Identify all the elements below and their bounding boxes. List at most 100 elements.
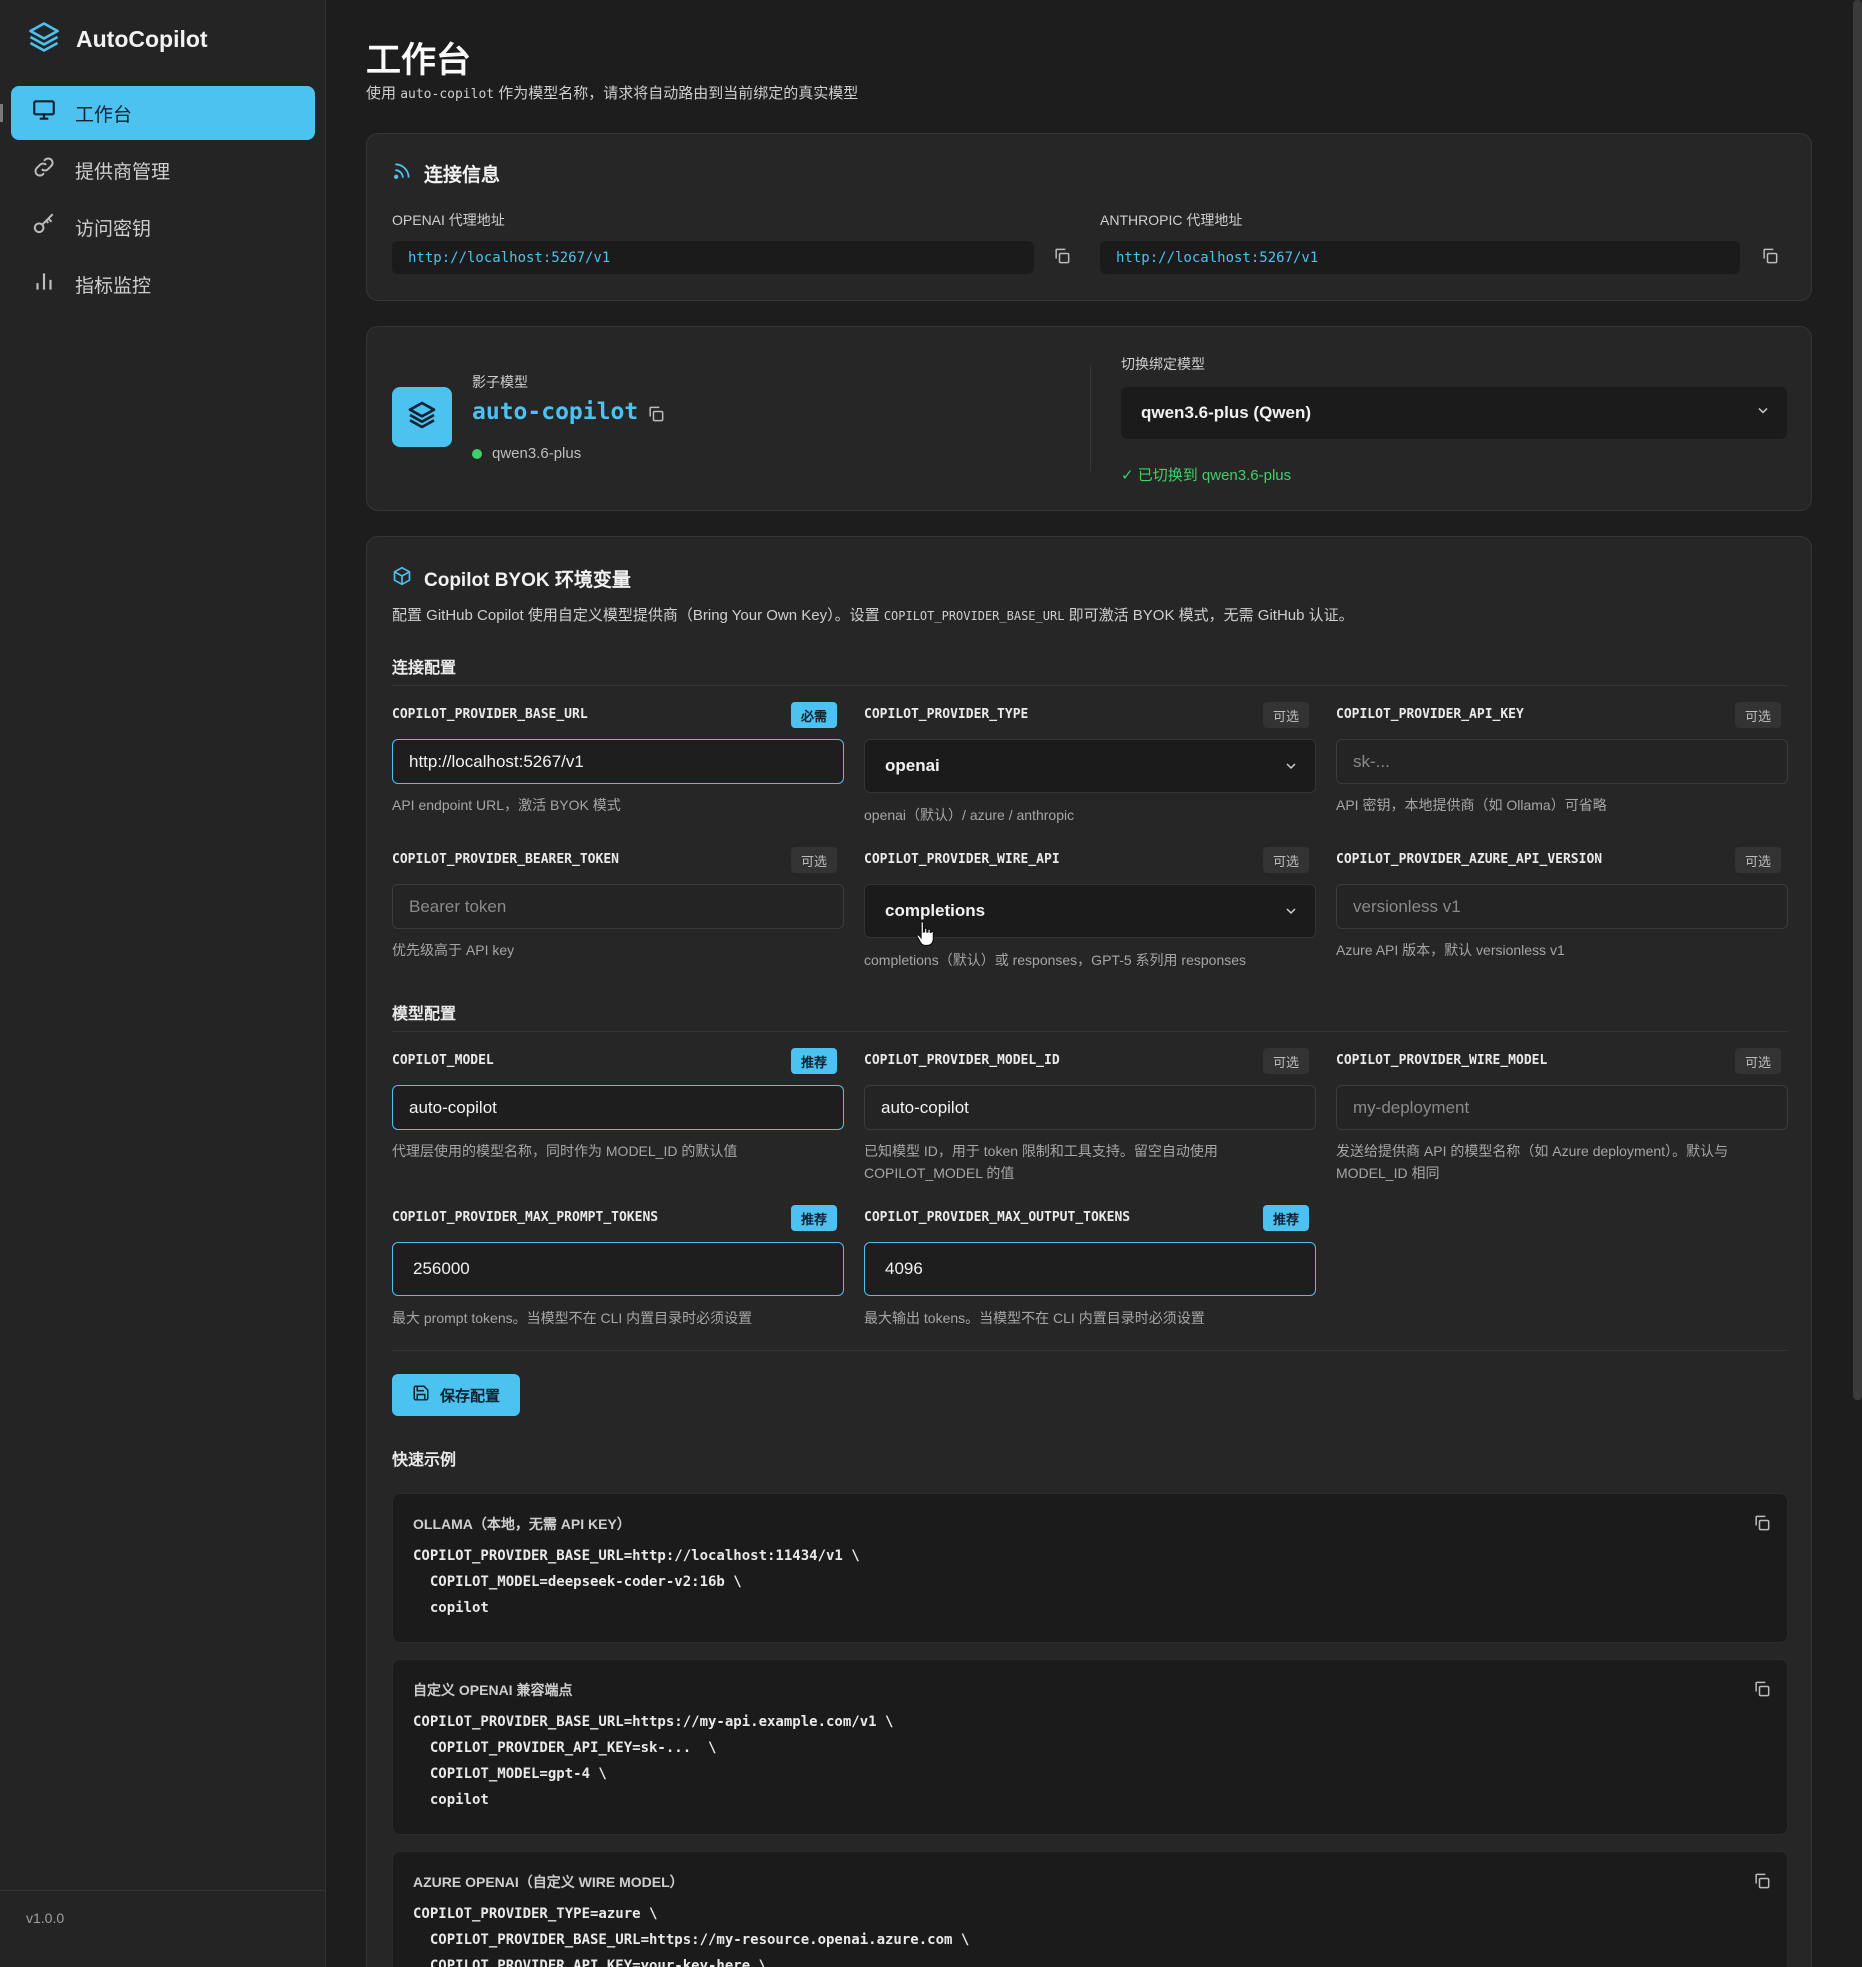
save-icon [412, 1384, 430, 1406]
hand-cursor-icon [915, 920, 937, 953]
save-label: 保存配置 [440, 1387, 501, 1405]
field-help: 已知模型 ID，用于 token 限制和工具支持。留空自动使用 [864, 1143, 1218, 1159]
field-help: 优先级高于 API key [392, 942, 515, 958]
anthropic-url-field[interactable]: http://localhost:5267/v1 [1100, 241, 1740, 274]
sidebar-item-providers[interactable]: 提供商管理 [11, 143, 315, 197]
copy-model-name-button[interactable] [643, 403, 669, 429]
select-value: openai [885, 756, 940, 775]
link-icon [31, 154, 57, 186]
shadow-model-name: auto-copilot [472, 399, 639, 425]
example-block: 自定义 OPENAI 兼容端点 COPILOT_PROVIDER_BASE_UR… [392, 1659, 1788, 1835]
field-help: 最大 prompt tokens。当模型不在 CLI 内置目录时必须设置 [392, 1310, 753, 1326]
save-config-button[interactable]: 保存配置 [392, 1374, 521, 1416]
example-title: OLLAMA（本地，无需 API KEY） [413, 1516, 631, 1532]
provider-type-select[interactable]: openai [864, 739, 1316, 793]
card-title: Copilot BYOK 环境变量 [392, 565, 631, 592]
code-line: COPILOT_PROVIDER_API_KEY=sk-... \ [413, 1740, 717, 1756]
switch-status-text: ✓ 已切换到 qwen3.6-plus [1121, 467, 1292, 484]
anthropic-url-label: ANTHROPIC 代理地址 [1100, 212, 1243, 228]
page-subtitle: 使用 auto-copilot 作为模型名称，请求将自动路由到当前绑定的真实模型 [366, 82, 858, 103]
model-select[interactable]: qwen3.6-plus (Qwen) [1121, 387, 1787, 439]
sidebar-item-label: 指标监控 [75, 275, 152, 297]
optional-badge: 可选 [1735, 847, 1782, 873]
version-label: v1.0.0 [26, 1910, 65, 1926]
sidebar-item-workbench[interactable]: 工作台 [11, 86, 315, 140]
field-label-model: COPILOT_MODEL [392, 1053, 494, 1068]
copy-icon [646, 404, 666, 429]
field-label-model-id: COPILOT_PROVIDER_MODEL_ID [864, 1053, 1060, 1068]
field-label-base-url: COPILOT_PROVIDER_BASE_URL [392, 707, 588, 722]
layers-logo-icon [26, 19, 62, 60]
active-indicator [0, 104, 3, 122]
code-line: copilot [413, 1600, 489, 1616]
required-badge: 必需 [791, 702, 838, 728]
api-key-input[interactable]: sk-... [1336, 739, 1788, 784]
bar-chart-icon [31, 268, 57, 300]
divider [392, 1031, 1788, 1032]
recommended-badge: 推荐 [1263, 1205, 1310, 1231]
sidebar: AutoCopilot 工作台 提供商管理 访问密钥 指标监控 v1.0.0 [0, 0, 326, 1967]
field-help: MODEL_ID 相同 [1336, 1165, 1440, 1181]
copy-openai-url-button[interactable] [1049, 245, 1075, 271]
bound-model-status: qwen3.6-plus [472, 445, 581, 462]
divider [0, 1890, 326, 1891]
field-label-azure-version: COPILOT_PROVIDER_AZURE_API_VERSION [1336, 852, 1603, 867]
field-label-wire-api: COPILOT_PROVIDER_WIRE_API [864, 852, 1060, 867]
desc-suffix: 即可激活 BYOK 模式，无需 GitHub 认证。 [1068, 607, 1354, 624]
code-line: copilot [413, 1792, 489, 1808]
model-id-input[interactable]: auto-copilot [864, 1085, 1316, 1130]
openai-url-field[interactable]: http://localhost:5267/v1 [392, 241, 1034, 274]
field-label-api-key: COPILOT_PROVIDER_API_KEY [1336, 707, 1524, 722]
recommended-badge: 推荐 [791, 1205, 838, 1231]
copy-example-button[interactable] [1749, 1512, 1775, 1538]
page-title: 工作台 [366, 41, 472, 80]
example-title: 自定义 OPENAI 兼容端点 [413, 1682, 573, 1698]
code-line: COPILOT_MODEL=gpt-4 \ [413, 1766, 607, 1782]
optional-badge: 可选 [1735, 1048, 1782, 1074]
desc-code: COPILOT_PROVIDER_BASE_URL [883, 609, 1065, 623]
sidebar-item-label: 提供商管理 [75, 161, 171, 183]
copy-anthropic-url-button[interactable] [1757, 245, 1783, 271]
field-label-bearer: COPILOT_PROVIDER_BEARER_TOKEN [392, 852, 619, 867]
layers-icon [406, 399, 438, 436]
copy-icon [1752, 1679, 1772, 1704]
switch-model-label: 切换绑定模型 [1121, 356, 1205, 372]
model-select-value: qwen3.6-plus (Qwen) [1141, 403, 1312, 422]
subtitle-suffix: 作为模型名称，请求将自动路由到当前绑定的真实模型 [498, 85, 859, 102]
section-model-config: 模型配置 [392, 1006, 457, 1023]
monitor-icon [31, 97, 57, 129]
sidebar-item-label: 工作台 [75, 104, 133, 126]
field-help: 代理层使用的模型名称，同时作为 MODEL_ID 的默认值 [392, 1143, 738, 1159]
copy-example-button[interactable] [1749, 1678, 1775, 1704]
azure-version-input[interactable]: versionless v1 [1336, 884, 1788, 929]
copy-icon [1752, 1871, 1772, 1896]
field-help: Azure API 版本，默认 versionless v1 [1336, 942, 1565, 958]
field-help: 最大输出 tokens。当模型不在 CLI 内置目录时必须设置 [864, 1310, 1205, 1326]
code-line: COPILOT_MODEL=deepseek-coder-v2:16b \ [413, 1574, 742, 1590]
max-output-tokens-input[interactable]: 4096 [864, 1242, 1316, 1296]
connection-card: 连接信息 OPENAI 代理地址 http://localhost:5267/v… [366, 133, 1812, 301]
field-help: API endpoint URL，激活 BYOK 模式 [392, 797, 621, 813]
scrollbar[interactable] [1853, 0, 1862, 1400]
select-value: completions [885, 901, 986, 920]
field-label-wire-model: COPILOT_PROVIDER_WIRE_MODEL [1336, 1053, 1548, 1068]
recommended-badge: 推荐 [791, 1048, 838, 1074]
sidebar-item-keys[interactable]: 访问密钥 [11, 200, 315, 254]
wire-model-input[interactable]: my-deployment [1336, 1085, 1788, 1130]
brand: AutoCopilot [26, 20, 208, 58]
copy-icon [1052, 246, 1072, 271]
field-help: 发送给提供商 API 的模型名称（如 Azure deployment）。默认与 [1336, 1143, 1729, 1159]
bearer-token-input[interactable]: Bearer token [392, 884, 844, 929]
optional-badge: 可选 [791, 847, 838, 873]
model-input[interactable]: auto-copilot [392, 1085, 844, 1130]
sidebar-item-metrics[interactable]: 指标监控 [11, 257, 315, 311]
optional-badge: 可选 [1263, 847, 1310, 873]
max-prompt-tokens-input[interactable]: 256000 [392, 1242, 844, 1296]
card-title: 连接信息 [392, 160, 500, 187]
copy-icon [1760, 246, 1780, 271]
byok-description: 配置 GitHub Copilot 使用自定义模型提供商（Bring Your … [392, 604, 1354, 625]
copy-example-button[interactable] [1749, 1870, 1775, 1896]
base-url-input[interactable]: http://localhost:5267/v1 [392, 739, 844, 784]
subtitle-code: auto-copilot [400, 87, 495, 102]
example-block: AZURE OPENAI（自定义 WIRE MODEL） COPILOT_PRO… [392, 1851, 1788, 1967]
